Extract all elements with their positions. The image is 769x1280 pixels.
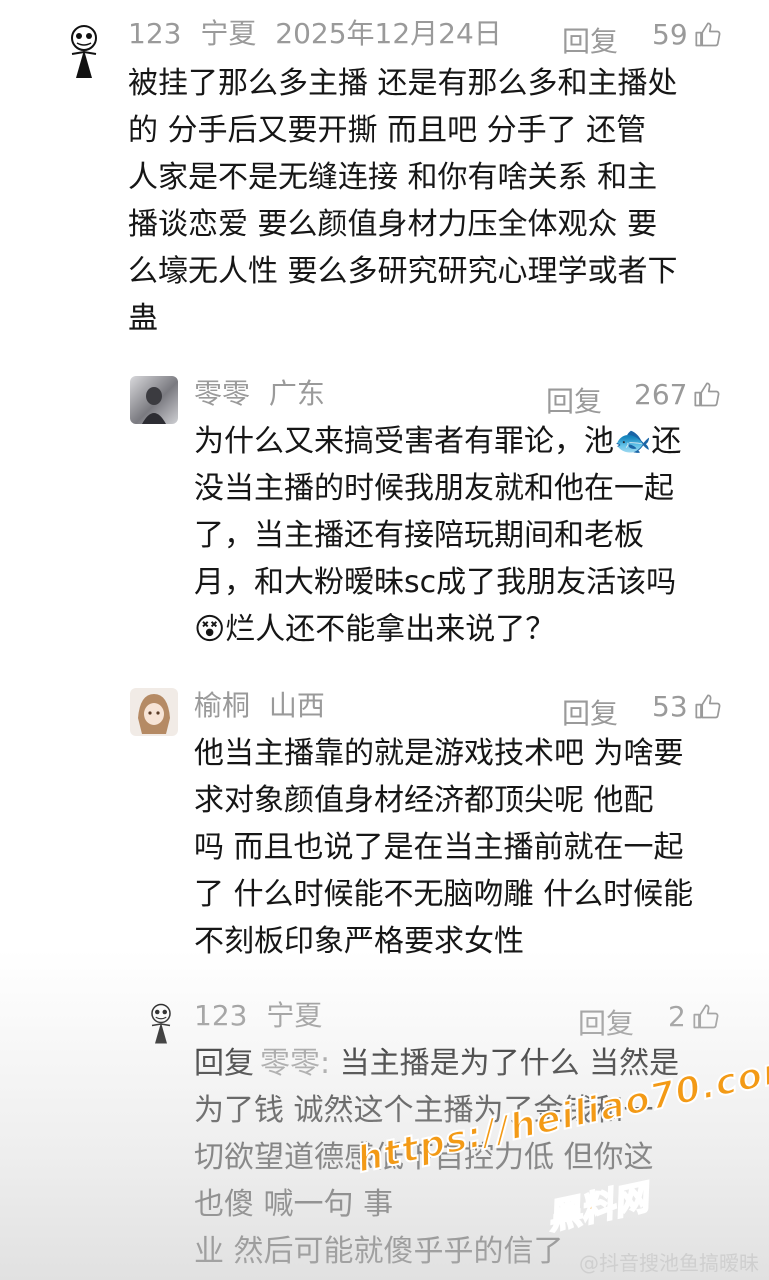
comment-location: 广东 [268, 377, 325, 410]
thumbs-up-icon [695, 21, 721, 46]
comment-date: 2025年12月24日 [275, 17, 502, 50]
thumbs-up-icon [694, 381, 720, 406]
thumbs-up-icon [693, 1003, 719, 1028]
thumbs-up-icon [695, 693, 721, 718]
comment-username[interactable]: 123 [128, 17, 181, 50]
reply-button[interactable]: 回复 [562, 692, 618, 732]
reply-prefix: 回复 [194, 1046, 254, 1081]
comment-username[interactable]: 123 [194, 999, 247, 1032]
avatar[interactable] [146, 1000, 176, 1048]
reply-mention[interactable]: 零零: [260, 1046, 330, 1081]
comment-location: 宁夏 [266, 999, 323, 1032]
like-count: 2 [668, 1000, 686, 1033]
reply-button[interactable]: 回复 [562, 20, 618, 60]
watermark-source: @抖音搜池鱼搞暧昧 [579, 1251, 759, 1275]
like-button[interactable]: 59 [652, 18, 722, 51]
comment-username[interactable]: 零零 [194, 377, 250, 410]
comment-location: 山西 [268, 689, 325, 722]
comment-text: 被挂了那么多主播 还是有那么多和主播处 的 分手后又要开撕 而且吧 分手了 还管… [128, 66, 678, 336]
comment-location: 宁夏 [200, 17, 257, 50]
like-button[interactable]: 53 [652, 690, 722, 723]
comment-text: 他当主播靠的就是游戏技术吧 为啥要 求对象颜值身材经济都顶尖呢 他配 吗 而且也… [194, 736, 694, 959]
avatar[interactable] [130, 688, 178, 736]
reply-button[interactable]: 回复 [578, 1002, 634, 1042]
like-button[interactable]: 2 [668, 1000, 720, 1033]
like-button[interactable]: 267 [634, 378, 721, 411]
like-count: 59 [652, 18, 688, 51]
like-count: 267 [634, 378, 688, 411]
comment-username[interactable]: 榆桐 [194, 689, 250, 722]
comment-text: 为什么又来搞受害者有罪论，池🐟还 没当主播的时候我朋友就和他在一起 了，当主播还… [194, 424, 682, 647]
avatar[interactable] [130, 376, 178, 424]
reply-button[interactable]: 回复 [546, 380, 602, 420]
avatar[interactable] [64, 22, 104, 82]
like-count: 53 [652, 690, 688, 723]
